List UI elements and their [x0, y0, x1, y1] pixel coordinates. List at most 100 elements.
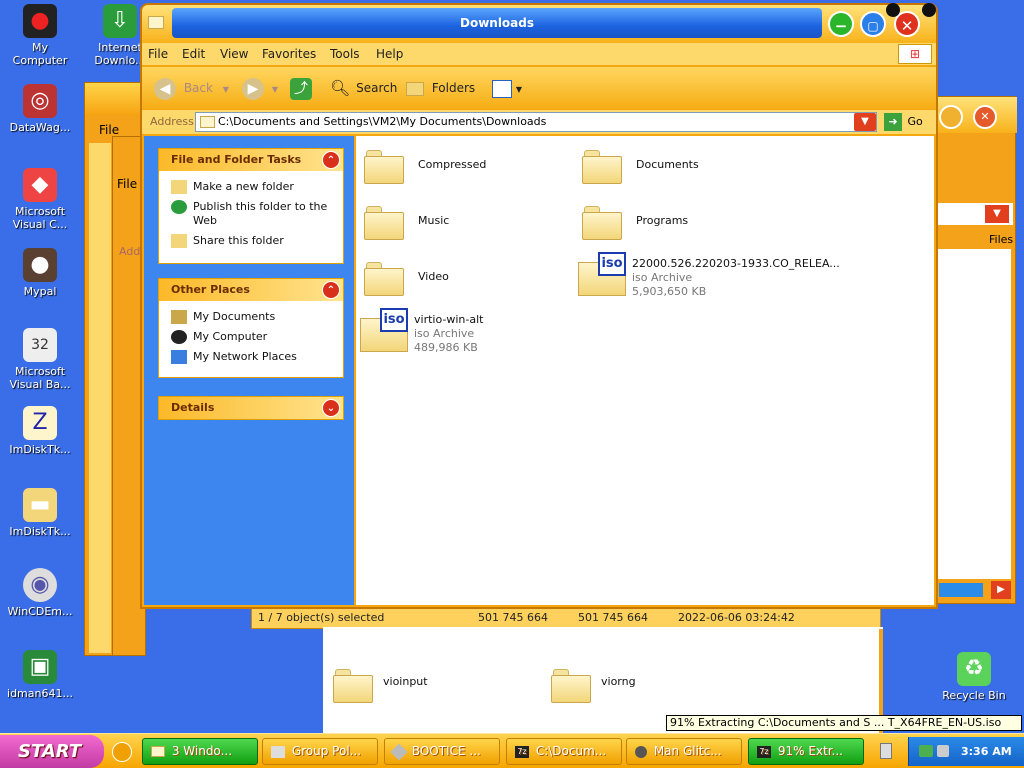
desktop-icon-wincdemu[interactable]: ◉ WinCDEm...: [0, 568, 80, 618]
new-folder-icon: [171, 180, 187, 194]
taskbar-item-bootice[interactable]: BOOTICE ...: [384, 738, 500, 765]
folder-icon: [333, 669, 373, 703]
address-input[interactable]: C:\Documents and Settings\VM2\My Documen…: [195, 112, 877, 132]
wincdemu-icon: ◉: [23, 568, 57, 602]
idman-icon: ▣: [23, 650, 57, 684]
desktop-icon-imdisk-folder[interactable]: ▬ ImDiskTk...: [0, 488, 80, 538]
desktop-icon-visual-c[interactable]: ◆ Microsoft Visual C...: [0, 168, 80, 231]
my-computer-link[interactable]: My Computer: [159, 327, 343, 347]
maximize-button[interactable]: ▢: [860, 11, 886, 37]
imdisk-icon: Z: [23, 406, 57, 440]
iso-item-windows[interactable]: iso 22000.526.220203-1933.CO_RELEA... is…: [578, 252, 908, 298]
extraction-tooltip: 91% Extracting C:\Documents and S ... T_…: [666, 715, 1022, 731]
background-addr-label: Add: [119, 245, 141, 258]
search-button[interactable]: 🔍︎ Search: [330, 76, 397, 100]
desktop-icon-idman[interactable]: ▣ idman641...: [0, 650, 80, 700]
status-size-2: 501 745 664: [578, 611, 648, 624]
man-icon: [635, 745, 647, 758]
folder-item-programs[interactable]: Programs: [582, 202, 782, 248]
taskbar-item-group-policy[interactable]: Group Pol...: [262, 738, 378, 765]
publish-to-web-link[interactable]: Publish this folder to the Web: [159, 197, 343, 231]
folders-button[interactable]: Folders: [406, 76, 475, 100]
menu-view[interactable]: View: [220, 47, 248, 61]
panel-header[interactable]: Details ⌄: [159, 397, 343, 419]
menu-edit[interactable]: Edit: [182, 47, 205, 61]
collapse-icon[interactable]: ⌃: [322, 281, 340, 299]
up-button[interactable]: ⤴: [290, 76, 312, 100]
background-scroll-right[interactable]: ▶: [991, 581, 1011, 599]
address-bar: Address C:\Documents and Settings\VM2\My…: [142, 110, 936, 134]
address-dropdown-button[interactable]: ▼: [854, 113, 876, 131]
status-selected: 1 / 7 object(s) selected: [258, 611, 385, 624]
folder-icon: [200, 116, 215, 128]
go-button[interactable]: ➜ Go: [884, 113, 923, 131]
my-network-places-link[interactable]: My Network Places: [159, 347, 343, 367]
background-dropdown[interactable]: ▼: [985, 205, 1009, 223]
panel-header[interactable]: Other Places ⌃: [159, 279, 343, 301]
desktop-icon-label: DataWag...: [9, 121, 71, 134]
panel-header[interactable]: File and Folder Tasks ⌃: [159, 149, 343, 171]
folder-icon: [551, 669, 591, 703]
task-pane: File and Folder Tasks ⌃ Make a new folde…: [144, 136, 354, 605]
toolbar: ◀ Back ▼ ▶ ▼ ⤴ 🔍︎ Search Folders ▼: [142, 67, 936, 109]
iso-item-virtio[interactable]: iso virtio-win-alt iso Archive 489,986 K…: [360, 308, 580, 354]
folder-item-documents[interactable]: Documents: [582, 146, 782, 192]
desktop-icon-label: ImDiskTk...: [9, 525, 71, 538]
minimize-button[interactable]: −: [828, 11, 854, 37]
back-button[interactable]: ◀ Back ▼: [154, 76, 229, 100]
taskbar-item-7zip-folder[interactable]: 7z C:\Docum...: [506, 738, 622, 765]
menu-bar: File Edit View Favorites Tools Help ⊞: [142, 43, 936, 65]
folder-item-video[interactable]: Video: [364, 258, 564, 304]
taskbar-item-windows[interactable]: 3 Windo...: [142, 738, 258, 765]
network-icon[interactable]: [919, 745, 933, 757]
taskbar-item-extract[interactable]: 7z 91% Extr...: [748, 738, 864, 765]
desktop-icon-recycle-bin[interactable]: ♻ Recycle Bin: [934, 652, 1014, 702]
background-menu-file-2[interactable]: File: [117, 177, 137, 191]
taskbar-item-man-glitch[interactable]: Man Glitc...: [626, 738, 742, 765]
start-button[interactable]: START: [0, 735, 104, 768]
background-close-button[interactable]: ✕: [973, 105, 997, 129]
bootice-icon: [390, 743, 408, 760]
background-window-right[interactable]: ✕ ▼ Files ▶: [934, 96, 1017, 604]
forward-button[interactable]: ▶ ▼: [242, 76, 278, 100]
views-icon: [492, 79, 512, 98]
expand-icon[interactable]: ⌄: [322, 399, 340, 417]
desktop-icon-imdisk[interactable]: Z ImDiskTk...: [0, 406, 80, 456]
mickey-ears-icon: [922, 3, 936, 17]
share-folder-link[interactable]: Share this folder: [159, 231, 343, 251]
desktop-icon-visual-basic[interactable]: 32 Microsoft Visual Ba...: [0, 328, 80, 391]
desktop-icon-my-computer[interactable]: ● My Computer: [0, 4, 80, 67]
list-item[interactable]: vioinput: [333, 665, 513, 711]
clock[interactable]: 3:36 AM: [961, 737, 1012, 766]
background-minimize-button[interactable]: [939, 105, 963, 129]
quick-launch-icon[interactable]: [112, 742, 132, 762]
folder-icon: [364, 150, 404, 184]
other-places-panel: Other Places ⌃ My Documents My Computer …: [158, 278, 344, 378]
windows-logo-icon: ⊞: [898, 44, 932, 64]
desktop-icon-mypal[interactable]: ● Mypal: [0, 248, 80, 298]
menu-tools[interactable]: Tools: [330, 47, 360, 61]
desktop-icon-label: My Computer: [12, 41, 68, 67]
list-item[interactable]: viorng: [551, 665, 731, 711]
folder-icon: [151, 746, 165, 757]
volume-icon[interactable]: [937, 745, 949, 757]
iso-archive-icon: iso: [578, 252, 628, 296]
usb-tray-icon[interactable]: [880, 743, 892, 759]
menu-favorites[interactable]: Favorites: [262, 47, 316, 61]
title-bar[interactable]: Downloads − ▢ ✕: [142, 3, 936, 43]
my-documents-icon: [171, 310, 187, 324]
folder-item-music[interactable]: Music: [364, 202, 564, 248]
views-button[interactable]: ▼: [492, 76, 522, 100]
network-places-icon: [171, 350, 187, 364]
background-menu-file[interactable]: File: [99, 123, 119, 137]
my-documents-link[interactable]: My Documents: [159, 307, 343, 327]
menu-help[interactable]: Help: [376, 47, 403, 61]
explorer-window[interactable]: Downloads − ▢ ✕ File Edit View Favorites…: [140, 3, 938, 609]
recycle-bin-icon: ♻: [957, 652, 991, 686]
folder-item-compressed[interactable]: Compressed: [364, 146, 564, 192]
collapse-icon[interactable]: ⌃: [322, 151, 340, 169]
imdisk-folder-icon: ▬: [23, 488, 57, 522]
make-new-folder-link[interactable]: Make a new folder: [159, 177, 343, 197]
desktop-icon-datawag[interactable]: ◎ DataWag...: [0, 84, 80, 134]
menu-file[interactable]: File: [148, 47, 168, 61]
